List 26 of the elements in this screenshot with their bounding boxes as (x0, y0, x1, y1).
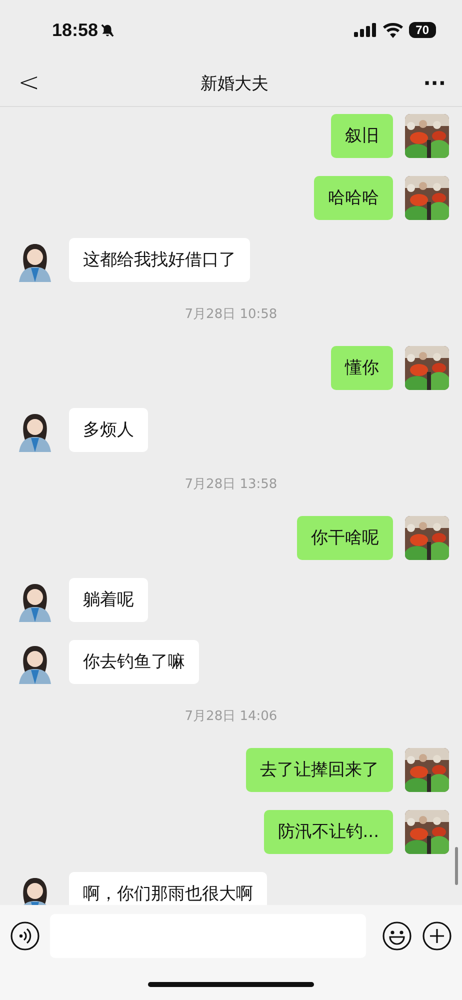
message-bubble: 叙旧 (331, 114, 393, 158)
message-bubble: 去了让撵回来了 (246, 748, 393, 792)
message-bubble: 你干啥呢 (297, 516, 393, 560)
back-button[interactable]: < (12, 68, 46, 98)
plus-icon[interactable] (422, 921, 452, 951)
battery-indicator: 70 (408, 22, 436, 38)
timestamp: 7月28日 10:58 (184, 306, 278, 323)
message-bubble: 懂你 (331, 346, 393, 390)
timestamp: 7月28日 14:06 (184, 708, 278, 725)
message-bubble: 防汛不让钓... (264, 810, 393, 854)
message-bubble: 这都给我找好借口了 (69, 238, 250, 282)
message-bubble: 多烦人 (69, 408, 148, 452)
message-bubble: 啊，你们那雨也很大啊 (69, 872, 267, 905)
status-time: 18:58 (52, 20, 98, 40)
timestamp: 7月28日 13:58 (184, 476, 278, 493)
message-bubble: 你去钓鱼了嘛 (69, 640, 199, 684)
signal-icon (352, 23, 377, 37)
message-bubble: 躺着呢 (69, 578, 148, 622)
message-bubble: 哈哈哈 (314, 176, 393, 220)
voice-icon[interactable] (10, 921, 40, 951)
emoji-icon[interactable] (382, 921, 412, 951)
scrollbar[interactable] (455, 847, 458, 885)
bell-muted-icon (100, 22, 116, 38)
more-button[interactable]: ··· (423, 71, 446, 95)
wifi-icon (382, 22, 403, 38)
chat-title: 新婚大夫 (200, 72, 268, 94)
